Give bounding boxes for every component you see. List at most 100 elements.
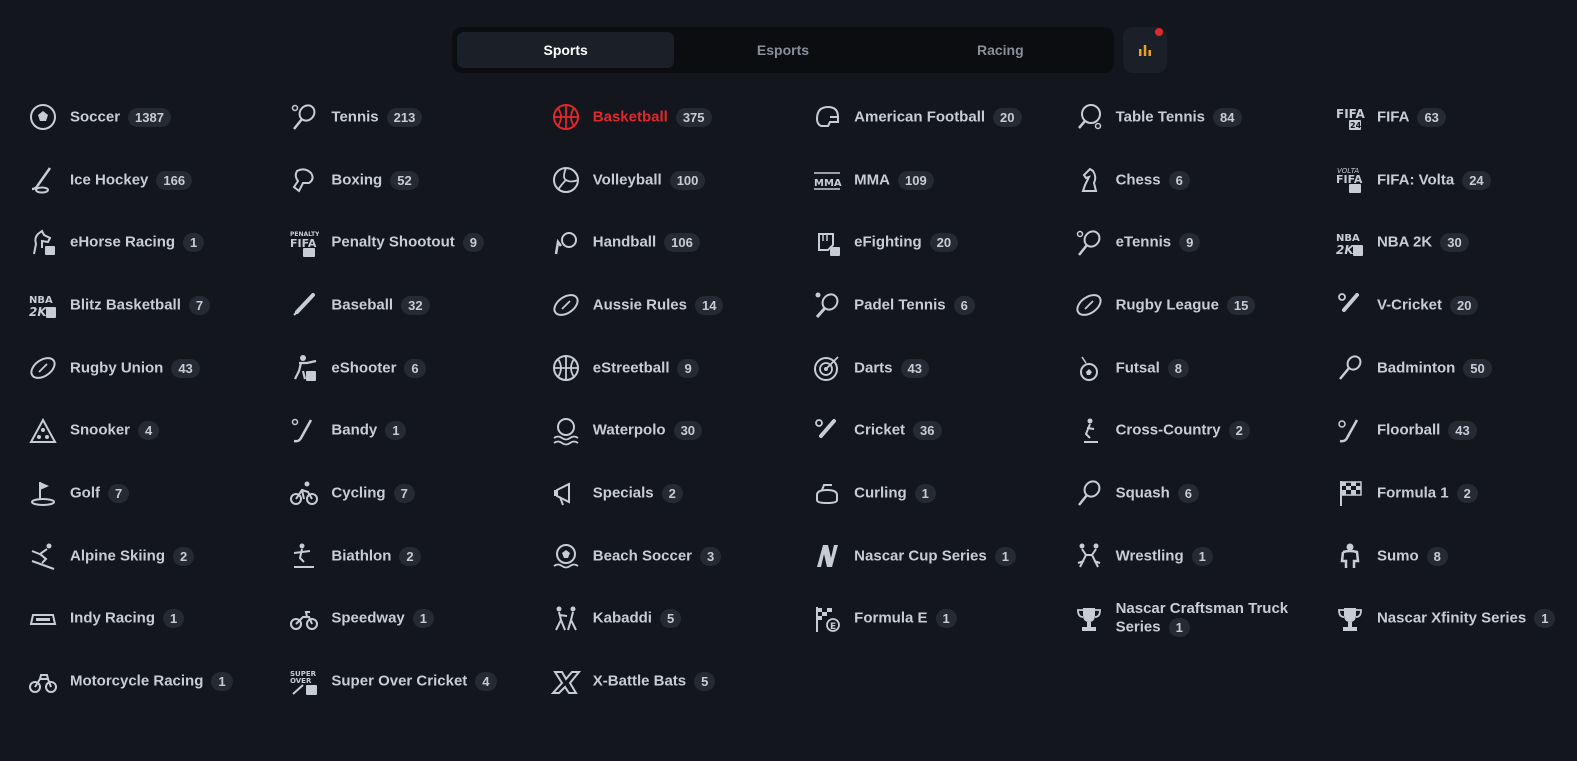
sport-item-super-over-cricket[interactable]: SUPER OVER Super Over Cricket 4 <box>287 650 548 713</box>
sport-item-mma[interactable]: MMA MMA 109 <box>810 149 1071 212</box>
sport-name: Motorcycle Racing <box>70 672 204 690</box>
sport-item-cross-country[interactable]: Cross-Country 2 <box>1072 399 1333 462</box>
sport-item-alpine-skiing[interactable]: Alpine Skiing 2 <box>26 525 287 588</box>
volleyball-icon <box>549 163 583 197</box>
sport-name: MMA <box>854 171 890 188</box>
sport-item-ice-hockey[interactable]: Ice Hockey 166 <box>26 149 287 212</box>
sport-item-soccer[interactable]: Soccer 1387 <box>26 86 287 149</box>
sport-item-table-tennis[interactable]: Table Tennis 84 <box>1072 86 1333 149</box>
sport-item-bandy[interactable]: Bandy 1 <box>287 399 548 462</box>
sport-item-fifa-volta[interactable]: VOLTA FIFA FIFA: Volta 24 <box>1333 149 1577 212</box>
sport-name: FIFA <box>1376 108 1410 126</box>
sport-name: Floorball <box>1376 421 1441 439</box>
sport-item-cycling[interactable]: Cycling 7 <box>287 462 548 525</box>
sport-item-tennis[interactable]: Tennis 213 <box>287 86 548 149</box>
sport-name: Padel Tennis <box>854 296 946 314</box>
tab-sports[interactable]: Sports <box>457 32 675 68</box>
sport-item-fifa[interactable]: FIFA 24 FIFA 63 <box>1333 86 1577 149</box>
sport-item-darts[interactable]: Darts 43 <box>810 337 1071 400</box>
sport-item-cricket[interactable]: Cricket 36 <box>810 399 1071 462</box>
sport-name: X-Battle Bats <box>592 672 687 690</box>
event-count-badge: 20 <box>929 233 959 253</box>
sport-item-beach-soccer[interactable]: Beach Soccer 3 <box>549 525 810 588</box>
sport-item-boxing[interactable]: Boxing 52 <box>287 149 548 212</box>
event-count-badge: 3 <box>700 546 722 566</box>
event-count-badge: 6 <box>404 358 426 378</box>
trophy-icon <box>1333 602 1367 636</box>
sport-item-v-cricket[interactable]: V-Cricket 20 <box>1333 274 1577 337</box>
sport-item-handball[interactable]: Handball 106 <box>549 211 810 274</box>
sport-item-biathlon[interactable]: Biathlon 2 <box>287 525 548 588</box>
sport-item-efighting[interactable]: eFighting 20 <box>810 211 1071 274</box>
sport-item-waterpolo[interactable]: Waterpolo 30 <box>549 399 810 462</box>
sport-item-floorball[interactable]: Floorball 43 <box>1333 399 1577 462</box>
squash-racket-icon <box>1072 476 1106 510</box>
sport-name: Alpine Skiing <box>70 547 166 565</box>
sport-item-ehorse-racing[interactable]: eHorse Racing 1 <box>26 211 287 274</box>
sport-item-american-football[interactable]: American Football 20 <box>810 86 1071 149</box>
event-count-badge: 50 <box>1463 358 1492 378</box>
sport-item-x-battle-bats[interactable]: X-Battle Bats 5 <box>549 650 810 713</box>
sport-item-penalty-shootout[interactable]: PENALTY FIFA Penalty Shootout 9 <box>287 211 548 274</box>
sport-item-nba-2k[interactable]: NBA 2K NBA 2K 30 <box>1333 211 1577 274</box>
event-count-badge: 30 <box>1440 233 1469 253</box>
sport-item-padel-tennis[interactable]: Padel Tennis 6 <box>810 274 1071 337</box>
sport-item-indy-racing[interactable]: Indy Racing 1 <box>26 588 287 651</box>
sport-item-formula-e[interactable]: E Formula E 1 <box>810 588 1071 651</box>
svg-text:OVER: OVER <box>290 677 312 685</box>
tab-esports[interactable]: Esports <box>674 32 891 68</box>
sport-item-nascar-craftsman-truck-series[interactable]: Nascar Craftsman Truck Series 1 <box>1072 588 1333 651</box>
sport-item-speedway[interactable]: Speedway 1 <box>287 588 548 651</box>
sport-item-kabaddi[interactable]: Kabaddi 5 <box>549 588 810 651</box>
tennis-racket-icon <box>1072 226 1106 260</box>
sport-item-baseball[interactable]: Baseball 32 <box>287 274 548 337</box>
event-count-badge: 32 <box>401 295 430 315</box>
megaphone-icon <box>549 476 583 510</box>
sport-item-eshooter[interactable]: eShooter 6 <box>287 337 548 400</box>
sport-item-squash[interactable]: Squash 6 <box>1072 462 1333 525</box>
skier-icon <box>1072 414 1106 448</box>
sport-item-curling[interactable]: Curling 1 <box>810 462 1071 525</box>
event-count-badge: 14 <box>695 295 724 315</box>
sport-name: Blitz Basketball <box>70 296 181 314</box>
event-count-badge: 8 <box>1426 546 1448 566</box>
event-count-badge: 6 <box>1177 483 1199 503</box>
mma-logo-icon: MMA <box>810 163 844 197</box>
stats-button[interactable] <box>1123 27 1167 73</box>
event-count-badge: 36 <box>913 421 942 441</box>
sport-item-nascar-cup-series[interactable]: Nascar Cup Series 1 <box>810 525 1071 588</box>
fifa-volta-logo-icon: VOLTA FIFA <box>1333 163 1367 197</box>
tab-racing[interactable]: Racing <box>892 32 1109 68</box>
basketball-icon <box>549 100 583 134</box>
sport-item-wrestling[interactable]: Wrestling 1 <box>1072 525 1333 588</box>
sport-item-chess[interactable]: Chess 6 <box>1072 149 1333 212</box>
sport-item-etennis[interactable]: eTennis 9 <box>1072 211 1333 274</box>
sport-item-futsal[interactable]: Futsal 8 <box>1072 337 1333 400</box>
event-count-badge: 2 <box>1456 483 1478 503</box>
sport-item-golf[interactable]: Golf 7 <box>26 462 287 525</box>
sport-item-rugby-league[interactable]: Rugby League 15 <box>1072 274 1333 337</box>
sport-item-formula-1[interactable]: Formula 1 2 <box>1333 462 1577 525</box>
downhill-skier-icon <box>26 539 60 573</box>
event-count-badge: 6 <box>1168 170 1190 190</box>
sport-item-aussie-rules[interactable]: Aussie Rules 14 <box>549 274 810 337</box>
sport-item-estreetball[interactable]: eStreetball 9 <box>549 337 810 400</box>
sport-item-sumo[interactable]: Sumo 8 <box>1333 525 1577 588</box>
sport-item-nascar-xfinity-series[interactable]: Nascar Xfinity Series 1 <box>1333 588 1577 651</box>
football-helmet-icon <box>810 100 844 134</box>
sport-item-rugby-union[interactable]: Rugby Union 43 <box>26 337 287 400</box>
sport-item-blitz-basketball[interactable]: NBA 2K Blitz Basketball 7 <box>26 274 287 337</box>
sport-item-basketball[interactable]: Basketball 375 <box>549 86 810 149</box>
sport-item-badminton[interactable]: Badminton 50 <box>1333 337 1577 400</box>
sport-item-snooker[interactable]: Snooker 4 <box>26 399 287 462</box>
sport-item-motorcycle-racing[interactable]: Motorcycle Racing 1 <box>26 650 287 713</box>
sport-name: Soccer <box>70 108 121 126</box>
sport-name: Cross-Country <box>1115 421 1221 439</box>
checkered-flag-icon <box>1333 476 1367 510</box>
sport-item-specials[interactable]: Specials 2 <box>549 462 810 525</box>
event-count-badge: 43 <box>900 358 929 378</box>
sport-item-volleyball[interactable]: Volleyball 100 <box>549 149 810 212</box>
event-count-badge: 15 <box>1226 295 1256 315</box>
event-count-badge: 84 <box>1213 107 1242 127</box>
curling-stone-icon <box>810 476 844 510</box>
